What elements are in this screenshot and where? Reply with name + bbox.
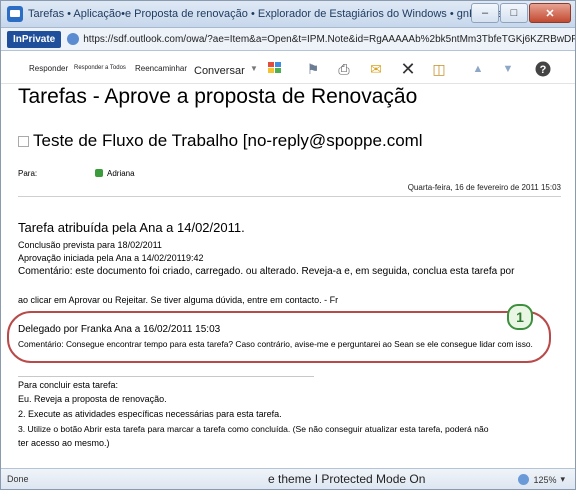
comment-line: Comentário: este documento foi criado, c… bbox=[18, 266, 515, 277]
reply-button[interactable]: Responder bbox=[29, 64, 68, 73]
recipient[interactable]: Adriana bbox=[95, 169, 135, 178]
instruction-step-3-cont: ter acesso ao mesmo.) bbox=[18, 438, 110, 448]
checkbox-icon bbox=[18, 136, 29, 148]
page-title: Tarefas - Aprove a proposta de Renovação bbox=[18, 85, 418, 108]
delegated-comment: Comentário: Consegue encontrar tempo par… bbox=[18, 339, 533, 349]
inprivate-badge: InPrivate bbox=[7, 30, 62, 48]
conversation-button[interactable]: Conversar bbox=[194, 65, 245, 77]
delegated-line: Delegado por Franka Ana a 16/02/2011 15:… bbox=[18, 324, 221, 335]
status-bar: Done e theme I Protected Mode On 125% ▾ bbox=[1, 468, 575, 489]
callout-number-badge: 1 bbox=[507, 304, 533, 330]
header-divider bbox=[18, 196, 561, 197]
window-controls: – □ ✕ bbox=[471, 3, 571, 23]
site-icon bbox=[67, 33, 80, 45]
address-bar: InPrivate https://sdf.outlook.com/owa/?a… bbox=[1, 28, 575, 51]
down-icon[interactable]: ▼ bbox=[499, 61, 517, 77]
instruction-step-3: 3. Utilize o botão Abrir esta tarefa par… bbox=[18, 424, 489, 434]
minimize-button[interactable]: – bbox=[471, 3, 499, 23]
presence-icon bbox=[95, 169, 103, 177]
started-line: Aprovação iniciada pela Ana a 14/02/2011… bbox=[18, 253, 204, 263]
title-bar: Tarefas • Aplicação•e Proposta de renova… bbox=[1, 1, 575, 28]
recipient-name: Adriana bbox=[107, 169, 135, 178]
zoom-level: 125% bbox=[533, 474, 557, 485]
browser-app-icon bbox=[7, 6, 23, 22]
zoom-control[interactable]: 125% ▾ bbox=[518, 474, 565, 485]
protected-mode-status: e theme I Protected Mode On bbox=[268, 472, 426, 486]
message-subject: Teste de Fluxo de Trabalho [no-reply@spo… bbox=[18, 131, 423, 151]
subject-text: Teste de Fluxo de Trabalho [no-reply@spo… bbox=[33, 131, 423, 150]
status-done: Done bbox=[7, 474, 29, 484]
instructions-title: Para concluir esta tarefa: bbox=[18, 380, 119, 390]
due-line: Conclusão prevista para 18/02/2011 bbox=[18, 240, 162, 250]
window-title: Tarefas • Aplicação•e Proposta de renova… bbox=[28, 8, 506, 20]
print-icon[interactable]: ⎙ bbox=[335, 61, 353, 77]
help-icon[interactable]: ? bbox=[534, 61, 552, 77]
conversation-dropdown-icon[interactable]: ▼ bbox=[245, 61, 263, 77]
message-content: Tarefas - Aprove a proposta de Renovação… bbox=[1, 83, 575, 467]
archive-icon[interactable]: ◫ bbox=[430, 61, 448, 77]
browser-window: Tarefas • Aplicação•e Proposta de renova… bbox=[0, 0, 576, 490]
reply-all-button[interactable]: Responder a Todos bbox=[74, 65, 126, 71]
up-icon[interactable]: ▲ bbox=[469, 61, 487, 77]
sent-datetime: Quarta-feira, 16 de fevereiro de 2011 15… bbox=[407, 183, 561, 192]
close-button[interactable]: ✕ bbox=[529, 3, 571, 23]
highlight-callout bbox=[7, 311, 551, 363]
zoom-globe-icon bbox=[518, 474, 530, 485]
svg-text:?: ? bbox=[540, 64, 547, 76]
comment-line-2: ao clicar em Aprovar ou Rejeitar. Se tiv… bbox=[18, 295, 339, 305]
zoom-dropdown-icon[interactable]: ▾ bbox=[560, 474, 565, 485]
mail-toolbar: Responder Responder a Todos Reencaminhar… bbox=[1, 51, 575, 84]
forward-button[interactable]: Reencaminhar bbox=[135, 64, 187, 73]
flag-icon[interactable]: ⚑ bbox=[304, 61, 322, 77]
categories-icon[interactable] bbox=[266, 61, 284, 77]
move-icon[interactable]: ✉ bbox=[367, 61, 385, 77]
delete-icon[interactable]: ✕ bbox=[399, 60, 417, 78]
to-label: Para: bbox=[18, 169, 38, 178]
url-field[interactable]: https://sdf.outlook.com/owa/?ae=Item&a=O… bbox=[83, 34, 575, 45]
instruction-step-1: Eu. Reveja a proposta de renovação. bbox=[18, 394, 167, 404]
task-title: Tarefa atribuída pela Ana a 14/02/2011. bbox=[18, 220, 245, 235]
instructions-divider bbox=[18, 376, 314, 377]
instruction-step-2: 2. Execute as atividades específicas nec… bbox=[18, 409, 282, 419]
maximize-button[interactable]: □ bbox=[500, 3, 528, 23]
